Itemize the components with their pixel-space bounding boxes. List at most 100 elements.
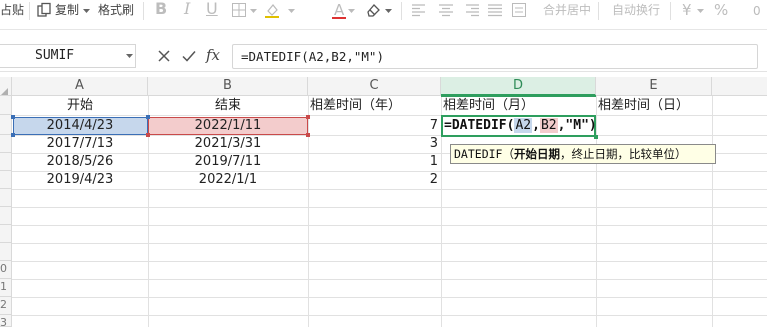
chevron-down-icon[interactable] xyxy=(250,9,257,14)
merge-center-button[interactable]: 合并居中 xyxy=(543,0,591,22)
grid-row-line xyxy=(12,243,767,244)
formula-bar: SUMIF fx =DATEDIF(A2,B2,"M") xyxy=(0,40,767,72)
distribute-icon[interactable] xyxy=(511,2,527,18)
cell-b1[interactable]: 结束 xyxy=(148,97,308,115)
formula-suffix: ,"M") xyxy=(557,118,597,133)
cell-a3[interactable]: 2017/7/13 xyxy=(12,135,148,153)
comma-style-icon[interactable]: 0 xyxy=(752,3,767,18)
currency-button[interactable]: ¥ xyxy=(682,0,692,22)
chevron-down-icon[interactable] xyxy=(348,9,355,14)
row-header[interactable] xyxy=(0,225,12,243)
copy-button[interactable]: 复制 xyxy=(55,0,79,22)
cell-a4[interactable]: 2018/5/26 xyxy=(12,153,148,171)
cell-a5[interactable]: 2019/4/23 xyxy=(12,171,148,189)
insert-function-button[interactable]: fx xyxy=(206,46,220,64)
tooltip-current-argument: 开始日期 xyxy=(513,147,560,161)
underline-button[interactable]: U xyxy=(206,0,218,22)
row-header[interactable] xyxy=(0,96,12,115)
tooltip-function-name: DATEDIF xyxy=(454,147,503,161)
cell-b2[interactable]: 2022/1/11 xyxy=(148,117,308,135)
cell-d1[interactable]: 相差时间（月） xyxy=(441,97,596,115)
formula-input[interactable]: =DATEDIF(A2,B2,"M") xyxy=(232,44,758,69)
grid-row-line xyxy=(12,297,767,298)
cell-c4[interactable]: 1 xyxy=(308,153,441,171)
chevron-down-icon[interactable] xyxy=(83,9,90,14)
grid-row-line xyxy=(12,189,767,190)
formula-separator: , xyxy=(532,118,540,133)
select-all-corner[interactable] xyxy=(0,77,12,96)
chevron-down-icon[interactable] xyxy=(385,9,392,14)
grid-row-line xyxy=(12,315,767,316)
toolbar-divider xyxy=(598,2,599,20)
grid-row-line xyxy=(12,115,767,116)
formula-ref-a2: A2 xyxy=(514,118,533,133)
cell-c5[interactable]: 2 xyxy=(308,171,441,189)
cell-c1[interactable]: 相差时间（年） xyxy=(308,97,441,115)
row-number: 0 xyxy=(0,262,7,275)
cell-b5[interactable]: 2022/1/1 xyxy=(148,171,308,189)
toolbar-divider xyxy=(670,2,671,20)
toolbar-divider xyxy=(143,2,144,20)
grid-col-line xyxy=(712,96,713,327)
chevron-down-icon[interactable] xyxy=(288,9,295,14)
select-all-icon xyxy=(1,88,8,95)
format-painter-button[interactable]: 格式刷 xyxy=(98,0,134,22)
align-justify-icon[interactable] xyxy=(487,2,503,18)
cell-c2[interactable]: 7 xyxy=(308,117,441,135)
cancel-formula-icon[interactable] xyxy=(156,48,172,64)
column-header-d[interactable]: D xyxy=(441,77,596,96)
column-headers: A B C D E xyxy=(0,77,767,96)
cell-a1[interactable]: 开始 xyxy=(12,97,148,115)
cell-a2[interactable]: 2014/4/23 xyxy=(12,117,148,135)
column-header-e[interactable]: E xyxy=(596,77,712,96)
grid-row-line xyxy=(12,225,767,226)
font-color-swatch xyxy=(332,17,346,19)
column-header-b[interactable]: B xyxy=(148,77,308,96)
row-header[interactable]: 0 xyxy=(0,261,12,279)
italic-button[interactable]: I xyxy=(184,0,190,22)
align-right-icon[interactable] xyxy=(464,2,480,18)
eraser-icon[interactable] xyxy=(365,2,381,18)
fill-handle[interactable] xyxy=(594,135,598,139)
formula-prefix: =DATEDIF( xyxy=(444,118,515,133)
row-number: 2 xyxy=(0,298,7,311)
ribbon-toolbar: 占贴 复制 格式刷 B I U A 合并居中 自动换行 ¥ % 0 xyxy=(0,0,767,30)
tooltip-remaining-arguments: ，终止日期，比较单位） xyxy=(559,147,687,161)
chevron-down-icon[interactable] xyxy=(126,54,133,59)
formula-ref-b2: B2 xyxy=(539,118,558,133)
row-header[interactable]: 1 xyxy=(0,279,12,297)
name-box[interactable]: SUMIF xyxy=(0,44,136,68)
confirm-formula-icon[interactable] xyxy=(181,48,197,64)
row-header[interactable] xyxy=(0,153,12,171)
cell-c3[interactable]: 3 xyxy=(308,135,441,153)
chevron-down-icon[interactable] xyxy=(697,9,704,14)
copy-icon[interactable] xyxy=(36,2,52,18)
row-header[interactable]: 2 xyxy=(0,297,12,315)
cell-e1[interactable]: 相差时间（日） xyxy=(596,97,712,115)
row-header[interactable] xyxy=(0,135,12,153)
fill-color-icon[interactable] xyxy=(264,2,280,18)
percent-button[interactable]: % xyxy=(714,0,728,22)
row-header[interactable]: 3 xyxy=(0,315,12,327)
row-header[interactable] xyxy=(0,189,12,207)
border-icon[interactable] xyxy=(231,2,247,18)
row-header[interactable] xyxy=(0,243,12,261)
wrap-text-button[interactable]: 自动换行 xyxy=(612,0,660,22)
row-header[interactable] xyxy=(0,207,12,225)
function-tooltip: DATEDIF（开始日期，终止日期，比较单位） xyxy=(450,144,716,164)
bold-button[interactable]: B xyxy=(155,0,167,22)
column-header-a[interactable]: A xyxy=(12,77,148,96)
cell-b4[interactable]: 2019/7/11 xyxy=(148,153,308,171)
align-center-icon[interactable] xyxy=(438,2,454,18)
paste-button[interactable]: 占贴 xyxy=(0,0,24,22)
row-header[interactable] xyxy=(0,171,12,189)
align-left-icon[interactable] xyxy=(411,2,427,18)
svg-text:0: 0 xyxy=(753,4,761,18)
grid-row-line xyxy=(12,261,767,262)
column-header-c[interactable]: C xyxy=(308,77,441,96)
grid-row-line xyxy=(12,279,767,280)
cell-b3[interactable]: 2021/3/31 xyxy=(148,135,308,153)
tooltip-open-paren: （ xyxy=(502,147,514,161)
row-number: 3 xyxy=(0,316,7,327)
cell-d2-editor[interactable]: =DATEDIF(A2,B2,"M") xyxy=(444,118,597,134)
